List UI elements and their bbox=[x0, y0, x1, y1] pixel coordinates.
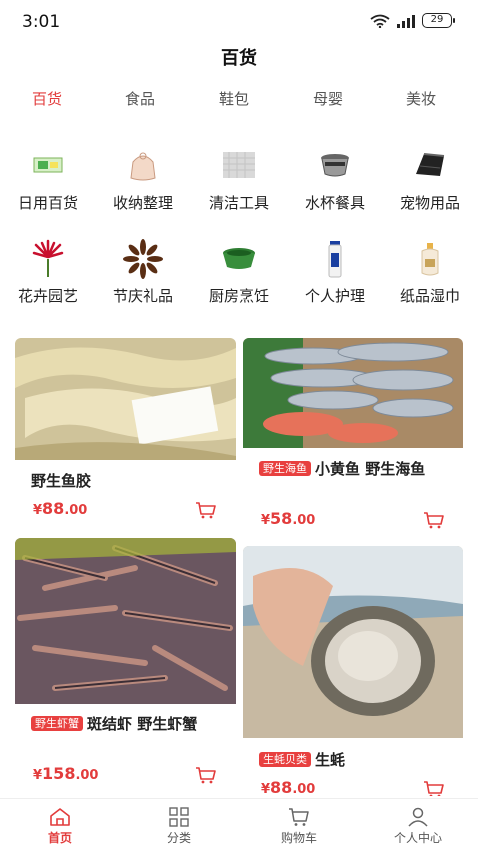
add-to-cart-button[interactable] bbox=[195, 501, 217, 519]
category-qingjie[interactable]: 清洁工具 bbox=[191, 146, 287, 226]
category-chongwu[interactable]: 宠物用品 bbox=[382, 146, 478, 226]
tab-muying[interactable]: 母婴 bbox=[298, 88, 358, 109]
nav-category[interactable]: 分类 bbox=[119, 799, 239, 850]
category-label: 水杯餐具 bbox=[304, 194, 365, 212]
category-huahui[interactable]: 花卉园艺 bbox=[0, 239, 96, 319]
home-icon bbox=[50, 808, 70, 826]
category-geren[interactable]: 个人护理 bbox=[287, 239, 383, 319]
toothpaste-icon bbox=[328, 241, 342, 278]
product-title: 野生海鱼 小黄鱼 野生海鱼 bbox=[259, 457, 455, 481]
star-anise-icon bbox=[123, 239, 163, 279]
product-card[interactable]: 野生虾蟹 斑结虾 野生虾蟹 ¥158.00 bbox=[15, 538, 236, 794]
fish-maw-image bbox=[15, 338, 236, 460]
user-icon bbox=[408, 807, 428, 827]
category-label: 清洁工具 bbox=[208, 194, 269, 212]
category-shouna[interactable]: 收纳整理 bbox=[95, 146, 191, 226]
nav-label: 购物车 bbox=[280, 831, 317, 845]
cleaning-cloth-icon bbox=[223, 152, 255, 178]
grid-icon bbox=[169, 807, 189, 827]
product-price: ¥58.00 bbox=[261, 509, 316, 528]
oyster-image bbox=[243, 546, 463, 738]
product-price: ¥88.00 bbox=[261, 778, 316, 796]
nav-cart[interactable]: 购物车 bbox=[239, 799, 359, 850]
status-bar: 3:01 29 bbox=[0, 0, 478, 44]
product-card[interactable]: 生蚝贝类 生蚝 ¥88.00 bbox=[243, 546, 463, 796]
nav-label: 个人中心 bbox=[393, 831, 442, 845]
status-time: 3:01 bbox=[22, 12, 61, 32]
category-jieqing[interactable]: 节庆礼品 bbox=[95, 239, 191, 319]
add-to-cart-button[interactable] bbox=[423, 511, 445, 529]
product-tag: 野生虾蟹 bbox=[31, 716, 83, 731]
category-riyong[interactable]: 日用百货 bbox=[0, 146, 96, 226]
category-label: 厨房烹饪 bbox=[208, 287, 269, 305]
cart-icon bbox=[289, 808, 309, 826]
tab-baihuo[interactable]: 百货 bbox=[17, 88, 77, 109]
category-label: 花卉园艺 bbox=[17, 287, 78, 305]
bottom-nav: 首页 分类 购物车 个人中心 bbox=[0, 798, 478, 850]
product-title: 野生鱼胶 bbox=[31, 472, 92, 490]
battery-indicator: 29 bbox=[422, 13, 455, 28]
nav-label: 分类 bbox=[166, 831, 191, 845]
category-label: 节庆礼品 bbox=[112, 287, 173, 305]
add-to-cart-button[interactable] bbox=[423, 780, 445, 796]
tab-shipin[interactable]: 食品 bbox=[110, 88, 170, 109]
product-tag: 生蚝贝类 bbox=[259, 752, 311, 767]
product-card[interactable]: 野生鱼胶 ¥88.00 bbox=[15, 338, 236, 530]
product-tag: 野生海鱼 bbox=[259, 461, 311, 476]
flower-icon bbox=[32, 239, 64, 277]
product-title: 生蚝贝类 生蚝 bbox=[259, 748, 455, 772]
category-label: 个人护理 bbox=[304, 287, 365, 305]
category-shuibei[interactable]: 水杯餐具 bbox=[287, 146, 383, 226]
category-chufang[interactable]: 厨房烹饪 bbox=[191, 239, 287, 319]
nav-label: 首页 bbox=[47, 831, 72, 845]
product-card[interactable]: 野生海鱼 小黄鱼 野生海鱼 ¥58.00 bbox=[243, 338, 463, 536]
page-title: 百货 bbox=[221, 48, 257, 69]
yellow-croaker-image bbox=[243, 338, 463, 448]
lotion-bottle-icon bbox=[421, 243, 439, 276]
wifi-icon bbox=[370, 14, 390, 28]
prawn-image bbox=[15, 538, 236, 704]
pet-supplies-icon bbox=[416, 153, 445, 176]
nav-profile[interactable]: 个人中心 bbox=[358, 799, 478, 850]
tab-xiebao[interactable]: 鞋包 bbox=[204, 88, 264, 109]
product-price: ¥88.00 bbox=[33, 499, 88, 518]
category-label: 日用百货 bbox=[17, 194, 78, 212]
storage-bag-icon bbox=[130, 152, 156, 181]
signal-icon bbox=[397, 14, 415, 28]
add-to-cart-button[interactable] bbox=[195, 766, 217, 784]
tab-meizhuang[interactable]: 美妆 bbox=[391, 88, 451, 109]
basin-icon bbox=[223, 248, 255, 269]
category-label: 纸品湿巾 bbox=[399, 287, 460, 305]
soap-box-icon bbox=[33, 157, 63, 173]
nav-home[interactable]: 首页 bbox=[0, 799, 120, 850]
category-zhipin[interactable]: 纸品湿巾 bbox=[382, 239, 478, 319]
product-title: 野生虾蟹 斑结虾 野生虾蟹 bbox=[31, 712, 227, 736]
status-icons: 29 bbox=[370, 13, 455, 28]
category-tabs: 百货 食品 鞋包 母婴 美妆 bbox=[0, 88, 478, 112]
cookware-icon bbox=[321, 154, 349, 177]
category-label: 收纳整理 bbox=[112, 194, 173, 212]
product-price: ¥158.00 bbox=[33, 764, 99, 783]
category-label: 宠物用品 bbox=[399, 194, 460, 212]
